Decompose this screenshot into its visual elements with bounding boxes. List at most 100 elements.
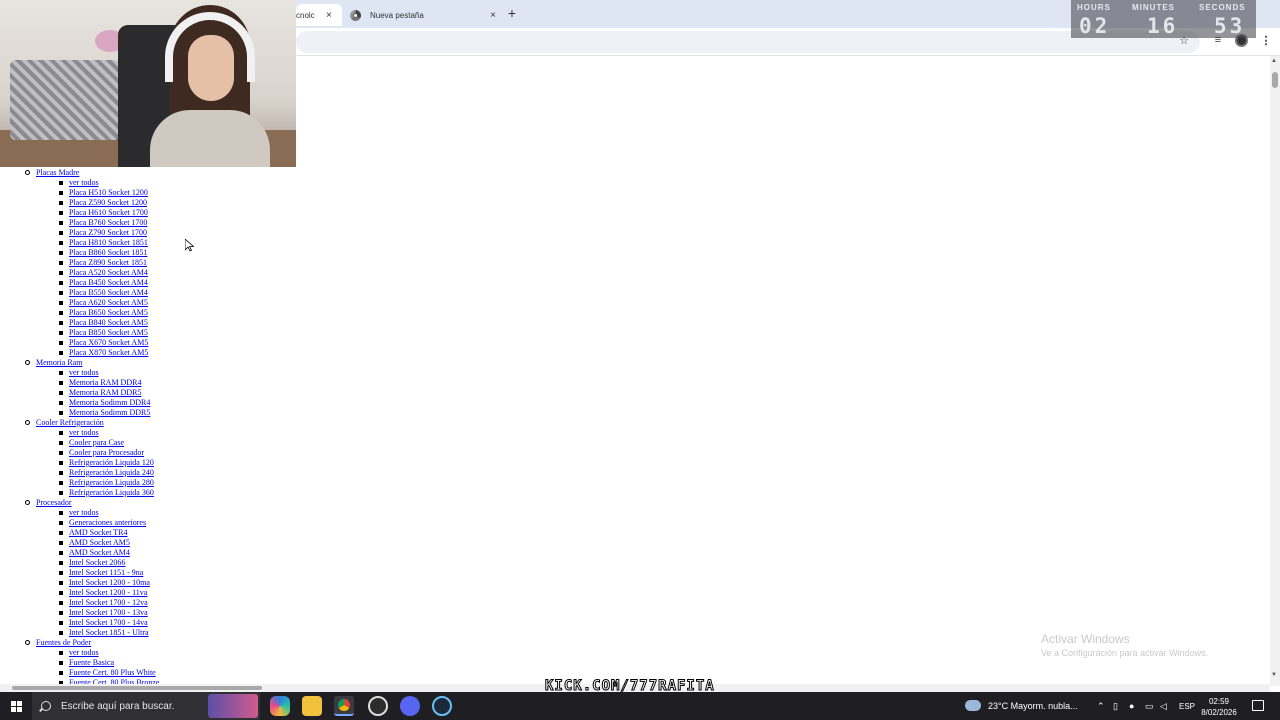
subcategory-link[interactable]: Intel Socket 1700 - 13va [59, 608, 148, 618]
taskbar-clock[interactable]: 02:59 8/02/2026 [1197, 696, 1241, 718]
windows-logo-icon [10, 700, 22, 712]
subcategory-link[interactable]: Memoria Sodimm DDR4 [58, 398, 150, 408]
subcategory-link[interactable]: Placa Z790 Socket 1700 [59, 228, 147, 238]
copilot-icon[interactable] [270, 696, 290, 716]
obs-icon[interactable] [368, 696, 388, 716]
category-link[interactable]: Placas Madre [24, 168, 79, 178]
timer-hours-label: HOURS [1077, 3, 1111, 12]
tray-device-icon[interactable]: ▯ [1113, 701, 1118, 712]
file-explorer-icon[interactable] [302, 696, 322, 716]
clock-time: 02:59 [1208, 697, 1230, 706]
subcategory-link[interactable]: ver todos [59, 508, 99, 518]
timer-seconds-label: SECONDS [1199, 3, 1246, 12]
subcategory-link[interactable]: AMD Socket AM4 [59, 548, 130, 558]
timer-hours: 02 [1079, 14, 1111, 38]
subcategory-link[interactable]: Refrigeración Liquida 240 [59, 468, 154, 478]
subcategory-link[interactable]: Intel Socket 1700 - 12va [59, 598, 148, 608]
subcategory-link[interactable]: Intel Socket 1151 - 9na [58, 568, 143, 578]
search-placeholder: Escribe aquí para buscar. [61, 700, 175, 712]
subcategory-link[interactable]: AMD Socket TR4 [59, 528, 128, 538]
network-icon[interactable]: ▭ [1145, 701, 1154, 712]
tab-label: cnolc [296, 10, 315, 20]
subcategory-link[interactable]: Refrigeración Liquida 360 [59, 488, 154, 498]
subcategory-link[interactable]: AMD Socket AM5 [59, 538, 130, 548]
discord-icon[interactable] [400, 696, 420, 716]
subcategory-link[interactable]: Placa H610 Socket 1700 [59, 208, 148, 218]
steam-icon[interactable] [432, 696, 452, 716]
subcategory-link[interactable]: ver todos [59, 368, 99, 378]
subcategory-link[interactable]: Intel Socket 1851 - Ultra [59, 628, 149, 638]
subcategory-link[interactable]: Placa H510 Socket 1200 [59, 188, 148, 198]
taskbar-search[interactable]: Escribe aquí para buscar. [32, 692, 260, 720]
weather-cloud-icon[interactable] [965, 700, 981, 711]
new-tab-button[interactable]: + [505, 5, 519, 21]
notifications-icon[interactable] [1252, 700, 1264, 711]
subcategory-link[interactable]: Placa X670 Socket AM5 [58, 338, 148, 348]
timer-minutes-label: MINUTES [1132, 3, 1175, 12]
category-link[interactable]: Memoria Ram [24, 358, 82, 368]
stream-timer: HOURS MINUTES SECONDS 02 16 53 [1071, 0, 1256, 38]
windows-taskbar: Escribe aquí para buscar. 23°C Mayorm. n… [0, 692, 1280, 720]
subcategory-link[interactable]: Placa H810 Socket 1851 [59, 238, 148, 248]
subcategory-link[interactable]: Fuente Basica [58, 658, 114, 668]
category-link[interactable]: Procesador [25, 498, 72, 508]
tab-new-tab[interactable]: Nueva pestaña × [344, 4, 496, 26]
start-button[interactable] [0, 692, 32, 720]
subcategory-link[interactable]: ver todos [59, 648, 99, 658]
chrome-taskbar-icon[interactable] [334, 696, 354, 716]
language-indicator[interactable]: ESP [1179, 702, 1195, 711]
scroll-down-icon[interactable]: ▼ [1271, 672, 1277, 678]
subcategory-link[interactable]: Placa B760 Socket 1700 [58, 218, 147, 228]
tray-expand-icon[interactable]: ⌃ [1097, 701, 1105, 712]
scroll-thumb[interactable] [1272, 72, 1278, 88]
subcategory-link[interactable]: Placa B550 Socket AM4 [59, 288, 148, 298]
category-link[interactable]: Fuentes de Poder [24, 638, 91, 648]
subcategory-link[interactable]: ver todos [59, 428, 99, 438]
subcategory-link[interactable]: Refrigeración Liquida 280 [59, 478, 154, 488]
subcategory-link[interactable]: ver todos [59, 178, 99, 188]
subcategory-link[interactable]: Intel Socket 2066 [58, 558, 125, 568]
subcategory-link[interactable]: Placa Z890 Socket 1851 [59, 258, 147, 268]
close-icon[interactable]: × [326, 10, 332, 21]
timer-minutes: 16 [1147, 14, 1179, 38]
subcategory-link[interactable]: Intel Socket 1200 - 11va [58, 588, 147, 598]
subcategory-link[interactable]: Memoria RAM DDR4 [58, 378, 141, 388]
tab-active[interactable]: cnolc × [296, 4, 342, 26]
subcategory-link[interactable]: Memoria Sodimm DDR5 [58, 408, 150, 418]
close-icon[interactable]: × [490, 10, 496, 21]
chrome-icon [350, 9, 361, 21]
subcategory-link[interactable]: Intel Socket 1200 - 10ma [59, 578, 150, 588]
weather-text[interactable]: 23°C Mayorm. nubla... [988, 701, 1078, 711]
menu-icon[interactable]: ⋮ [1259, 34, 1273, 47]
subcategory-link[interactable]: Placa B840 Socket AM5 [59, 318, 148, 328]
subcategory-link[interactable]: Placa B450 Socket AM4 [59, 278, 148, 288]
subcategory-link[interactable]: Memoria RAM DDR5 [58, 388, 141, 398]
watermark-subtitle: Ve a Configuración para activar Windows. [1041, 648, 1209, 658]
subcategory-link[interactable]: Placa A520 Socket AM4 [59, 268, 148, 278]
subcategory-link[interactable]: Placa Z590 Socket 1200 [59, 198, 147, 208]
category-link[interactable]: Cooler Refrigeración [25, 418, 104, 428]
subcategory-link[interactable]: Placa A620 Socket AM5 [59, 298, 148, 308]
vertical-scrollbar[interactable]: ▲ ▼ [1270, 56, 1280, 686]
timer-seconds: 53 [1214, 14, 1246, 38]
activate-windows-watermark: Activar Windows Ve a Configuración para … [1041, 632, 1208, 658]
watermark-title: Activar Windows [1041, 632, 1130, 646]
subcategory-link[interactable]: Placa X870 Socket AM5 [58, 348, 148, 358]
microphone-icon[interactable]: ● [1129, 701, 1134, 711]
search-highlight-image [208, 694, 258, 718]
subcategory-link[interactable]: Placa B650 Socket AM5 [59, 308, 148, 318]
tab-label: Nueva pestaña [370, 10, 424, 20]
scroll-thumb[interactable] [12, 686, 262, 690]
subcategory-link[interactable]: Placa B850 Socket AM5 [59, 328, 148, 338]
volume-icon[interactable]: ◁ [1160, 701, 1167, 712]
search-icon [41, 701, 51, 711]
subcategory-link[interactable]: Placa B860 Socket 1851 [58, 248, 147, 258]
subcategory-link[interactable]: Intel Socket 1700 - 14va [59, 618, 148, 628]
subcategory-link[interactable]: Cooler para Case [58, 438, 124, 448]
address-bar[interactable] [296, 31, 1200, 53]
subcategory-link[interactable]: Fuente Cert. 80 Plus White [59, 668, 156, 678]
scroll-up-icon[interactable]: ▲ [1271, 58, 1277, 64]
subcategory-link[interactable]: Cooler para Procesador [58, 448, 144, 458]
subcategory-link[interactable]: Generaciones anteriores [58, 518, 146, 528]
subcategory-link[interactable]: Refrigeración Liquida 120 [59, 458, 154, 468]
